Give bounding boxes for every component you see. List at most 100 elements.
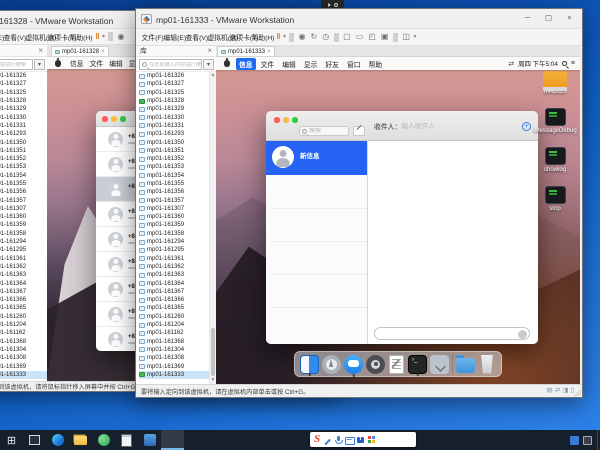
start-button[interactable] [0, 430, 23, 450]
vmware-window-front[interactable]: mp01-161333 - VMware Workstation ─▢× 文件(… [135, 8, 583, 398]
vm-list-item[interactable]: mp01-161328 [139, 97, 209, 105]
messages-search-field[interactable] [299, 126, 349, 136]
sep[interactable] [393, 33, 398, 42]
stop-icon[interactable]: stop [532, 186, 578, 212]
textedit-dock-icon[interactable] [389, 355, 404, 374]
minimize-button[interactable]: ─ [517, 11, 538, 25]
vm-list-item[interactable]: mp01-161162 [139, 329, 209, 337]
vm-list-item[interactable]: mp01-161204 [0, 321, 47, 329]
menubar-clock[interactable]: 周四 下午5:04 [518, 59, 558, 68]
menu-item[interactable]: 虚拟机(M) [23, 32, 45, 42]
downloads-folder-dock-icon[interactable] [456, 358, 475, 373]
vm-list-item[interactable]: mp01-161330 [0, 113, 47, 121]
vm-list-item[interactable]: mp01-161304 [139, 346, 209, 354]
vm-list-item[interactable]: mp01-161293 [139, 130, 209, 138]
pause-icon[interactable]: ‖ [274, 33, 282, 41]
vm-list-item[interactable]: mp01-161330 [139, 113, 209, 121]
vm-list-item[interactable]: mp01-161360 [139, 213, 209, 221]
messages-search-input[interactable] [307, 128, 348, 134]
file-explorer-icon[interactable] [69, 430, 92, 450]
audio-message-icon[interactable] [518, 330, 527, 339]
vm-list-item[interactable]: mp01-161364 [139, 279, 209, 287]
fullscreen-icon[interactable]: ◰ [366, 33, 379, 41]
hdd-status-icon[interactable]: ▤ [547, 388, 553, 395]
menu-item[interactable]: 编辑(E) [161, 32, 183, 42]
recipient-input[interactable] [401, 123, 522, 130]
menu-item[interactable]: 查看(V) [183, 32, 205, 42]
vm-list-item[interactable]: mp01-161327 [0, 80, 47, 88]
mic-icon[interactable] [334, 436, 342, 444]
send-ctrl-alt-del-icon[interactable]: ◉ [296, 33, 308, 41]
dropdown-caret-icon[interactable]: ▾ [282, 34, 287, 40]
pen-input-icon[interactable] [323, 436, 331, 444]
menu-item[interactable]: 帮助(H) [249, 32, 271, 42]
vm-list-item[interactable]: mp01-161325 [139, 89, 209, 97]
zoom-traffic-icon[interactable] [292, 117, 298, 123]
vm-list-item[interactable]: mp01-161367 [139, 288, 209, 296]
macos-menu-item[interactable]: 编辑 [106, 57, 126, 69]
vm-list-item[interactable]: mp01-161358 [0, 230, 47, 238]
front-macos-screen[interactable]: 信息文件编辑显示好友窗口帮助 ⇄ 周四 下午5:04 ≡ MACOS [216, 57, 580, 384]
tray-app-icon[interactable] [570, 436, 579, 445]
macos-menu-item[interactable]: 好友 [322, 58, 342, 70]
search-filter-dropdown[interactable]: ▾ [203, 59, 214, 70]
vm-list-item[interactable]: mp01-161361 [0, 255, 47, 263]
keyboard-icon[interactable] [345, 436, 353, 444]
vm-list-item[interactable]: mp01-161260 [139, 313, 209, 321]
vm-list-item[interactable]: mp01-161352 [139, 155, 209, 163]
vm-list-item[interactable]: mp01-161331 [0, 122, 47, 130]
edge-browser-icon[interactable] [46, 430, 69, 450]
menu-item[interactable]: 选项卡(T) [227, 32, 249, 42]
menu-item[interactable]: 帮助(H) [67, 32, 89, 42]
front-library-search[interactable] [139, 59, 202, 70]
macos-drive-icon[interactable]: MACOS [532, 71, 578, 95]
vm-list-item[interactable]: mp01-161367 [0, 288, 47, 296]
terminal-dock-icon[interactable] [408, 355, 427, 374]
vm-list-item[interactable]: mp01-161351 [0, 147, 47, 155]
vm-list-item[interactable]: mp01-161350 [139, 138, 209, 146]
archive-utility-dock-icon[interactable] [430, 355, 449, 374]
vm-list-item[interactable]: mp01-161369 [0, 362, 47, 370]
apple-menu-icon[interactable] [224, 60, 230, 67]
vm-list-item[interactable]: mp01-161329 [139, 105, 209, 113]
minimize-traffic-icon[interactable] [111, 116, 117, 122]
vm-list-item[interactable]: mp01-161294 [0, 238, 47, 246]
vm-list-item[interactable]: mp01-161307 [0, 205, 47, 213]
menu-item[interactable]: 文件(F) [139, 32, 161, 42]
vm-list-item[interactable]: mp01-161350 [0, 138, 47, 146]
tray-notification-icon[interactable] [583, 436, 592, 445]
vm-list-item[interactable]: mp01-161353 [139, 163, 209, 171]
unity-mode-icon[interactable]: ▣ [378, 33, 391, 41]
macos-menu-item[interactable]: 编辑 [279, 58, 299, 70]
vm-list-item[interactable]: mp01-161357 [139, 196, 209, 204]
library-close-icon[interactable]: × [207, 47, 212, 55]
macos-menu-item[interactable]: 信息 [236, 58, 256, 70]
sogou-logo[interactable]: S [314, 434, 320, 445]
vm-list-item[interactable]: mp01-161359 [139, 221, 209, 229]
notification-center-icon[interactable]: ≡ [571, 60, 575, 67]
dropdown-caret-icon[interactable]: ▾ [101, 34, 106, 40]
vm-list-item[interactable]: mp01-161354 [0, 172, 47, 180]
macos-menu-item[interactable]: 帮助 [366, 58, 386, 70]
library-search-input[interactable] [0, 62, 32, 68]
back-library-search[interactable] [0, 59, 33, 70]
trash-dock-icon[interactable] [480, 355, 494, 374]
vm-list-item[interactable]: mp01-161351 [139, 147, 209, 155]
vm-list-item[interactable]: mp01-161328 [0, 97, 47, 105]
vm-list-item[interactable]: mp01-161260 [0, 313, 47, 321]
vm-list-item[interactable]: mp01-161365 [0, 304, 47, 312]
search-filter-dropdown[interactable]: ▾ [34, 59, 45, 70]
vm-list-item[interactable]: mp01-161333 [139, 371, 209, 379]
toolbox-icon[interactable] [356, 436, 364, 444]
messages-dock-icon[interactable] [344, 355, 363, 374]
vm-list-item[interactable]: mp01-161333 [0, 371, 47, 379]
close-button[interactable]: × [559, 11, 580, 25]
vm-list-item[interactable]: mp01-161327 [139, 80, 209, 88]
vm-list-item[interactable]: mp01-161368 [0, 338, 47, 346]
vm-list-item[interactable]: mp01-161352 [0, 155, 47, 163]
vm-list-item[interactable]: mp01-161368 [139, 338, 209, 346]
close-traffic-icon[interactable] [274, 117, 280, 123]
vm-list-item[interactable]: mp01-161204 [139, 321, 209, 329]
showlog-icon[interactable]: showlog [532, 147, 578, 173]
sogou-input-bar[interactable]: S [310, 432, 416, 447]
